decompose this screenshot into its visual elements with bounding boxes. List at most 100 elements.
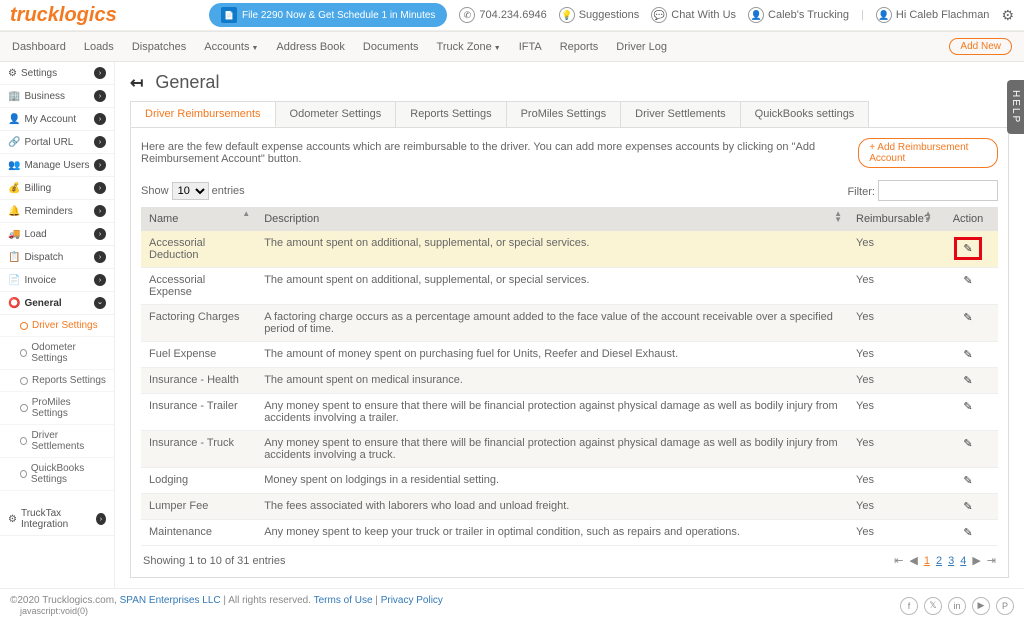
settings-gear-icon[interactable]: ⚙ [1001, 7, 1014, 24]
sidebar-business[interactable]: 🏢Business› [0, 85, 114, 108]
chevron-icon: › [94, 251, 106, 263]
edit-button[interactable]: ✎ [963, 312, 972, 324]
sidebar-invoice[interactable]: 📄Invoice› [0, 269, 114, 292]
add-reimbursement-button[interactable]: + Add Reimbursement Account [858, 138, 998, 168]
pinterest-icon[interactable]: P [996, 597, 1014, 615]
edit-button[interactable]: ✎ [963, 275, 972, 287]
privacy-link[interactable]: Privacy Policy [381, 595, 443, 606]
logo[interactable]: trucklogics [10, 4, 117, 27]
nav-ifta[interactable]: IFTA [519, 41, 542, 53]
edit-button[interactable]: ✎ [963, 475, 972, 487]
tab-promiles-settings[interactable]: ProMiles Settings [506, 101, 622, 127]
pager-next[interactable]: ▶ [972, 554, 980, 567]
suggestions-link[interactable]: 💡Suggestions [559, 7, 640, 23]
social-links: f 𝕏 in ▶ P [900, 597, 1014, 615]
edit-button[interactable]: ✎ [963, 243, 972, 255]
sidebar-reminders[interactable]: 🔔Reminders› [0, 200, 114, 223]
cog-icon: ⚙ [8, 514, 17, 525]
tab-quickbooks-settings[interactable]: QuickBooks settings [740, 101, 870, 127]
nav-driver-log[interactable]: Driver Log [616, 41, 667, 53]
page-2[interactable]: 2 [936, 555, 942, 567]
col-action[interactable]: Action [938, 207, 998, 231]
page-1[interactable]: 1 [924, 555, 930, 567]
table-row: Insurance - TruckAny money spent to ensu… [141, 431, 998, 468]
page-4[interactable]: 4 [960, 555, 966, 567]
sidebar-load[interactable]: 🚚Load› [0, 223, 114, 246]
sidebar-icon: 💰 [8, 183, 20, 194]
cell-action: ✎ [938, 494, 998, 520]
nav-dispatches[interactable]: Dispatches [132, 41, 186, 53]
tab-driver-settlements[interactable]: Driver Settlements [620, 101, 740, 127]
col-reimbursable-[interactable]: Reimbursable?▲▼ [848, 207, 938, 231]
sidebar-dispatch[interactable]: 📋Dispatch› [0, 246, 114, 269]
sidebar-trucktax[interactable]: ⚙TruckTax Integration› [0, 503, 114, 536]
edit-button[interactable]: ✎ [963, 349, 972, 361]
ring-icon [20, 404, 28, 412]
edit-button[interactable]: ✎ [963, 527, 972, 539]
tab-driver-reimbursements[interactable]: Driver Reimbursements [130, 101, 276, 127]
file-icon: 📄 [221, 7, 237, 23]
sidebar-settings[interactable]: ⚙Settings› [0, 62, 114, 85]
sidebar-manage-users[interactable]: 👥Manage Users› [0, 154, 114, 177]
footer-text: ©2020 Trucklogics.com, SPAN Enterprises … [10, 595, 443, 616]
user-greeting[interactable]: 👤Hi Caleb Flachman [876, 7, 990, 23]
edit-button[interactable]: ✎ [963, 401, 972, 413]
file-2290-button[interactable]: 📄 File 2290 Now & Get Schedule 1 in Minu… [209, 3, 447, 27]
help-tab[interactable]: HELP [1007, 80, 1024, 134]
nav-dashboard[interactable]: Dashboard [12, 41, 66, 53]
tab-reports-settings[interactable]: Reports Settings [395, 101, 506, 127]
chevron-icon: › [94, 67, 106, 79]
nav-documents[interactable]: Documents [363, 41, 419, 53]
col-description[interactable]: Description▲▼ [256, 207, 848, 231]
chat-link[interactable]: 💬Chat With Us [651, 7, 736, 23]
sub-reports-settings[interactable]: Reports Settings [0, 370, 114, 392]
span-link[interactable]: SPAN Enterprises LLC [120, 595, 221, 606]
sidebar-portal-url[interactable]: 🔗Portal URL› [0, 131, 114, 154]
sub-quickbooks-settings[interactable]: QuickBooks Settings [0, 458, 114, 491]
back-button[interactable]: ↤ [130, 73, 143, 93]
edit-button[interactable]: ✎ [963, 501, 972, 513]
pager-next[interactable]: ⇥ [987, 554, 996, 567]
col-name[interactable]: Name▲ [141, 207, 256, 231]
page-3[interactable]: 3 [948, 555, 954, 567]
chevron-icon: › [94, 274, 106, 286]
tab-odometer-settings[interactable]: Odometer Settings [275, 101, 397, 127]
table-row: Accessorial DeductionThe amount spent on… [141, 231, 998, 268]
linkedin-icon[interactable]: in [948, 597, 966, 615]
nav-address-book[interactable]: Address Book [276, 41, 344, 53]
pager: ⇤ ◀ 1234 ▶ ⇥ [894, 554, 996, 567]
twitter-icon[interactable]: 𝕏 [924, 597, 942, 615]
nav-loads[interactable]: Loads [84, 41, 114, 53]
nav-accounts[interactable]: Accounts▼ [204, 41, 258, 53]
cell-reimb: Yes [848, 305, 938, 342]
page-size-select[interactable]: 10 [172, 182, 209, 200]
cell-action: ✎ [938, 342, 998, 368]
pager-prev[interactable]: ◀ [909, 554, 917, 567]
chevron-icon: › [94, 136, 106, 148]
terms-link[interactable]: Terms of Use [314, 595, 373, 606]
chevron-icon: › [94, 182, 106, 194]
cell-reimb: Yes [848, 431, 938, 468]
company-link[interactable]: 👤Caleb's Trucking [748, 7, 849, 23]
sidebar-billing[interactable]: 💰Billing› [0, 177, 114, 200]
edit-button[interactable]: ✎ [963, 438, 972, 450]
phone-link[interactable]: ✆704.234.6946 [459, 7, 546, 23]
youtube-icon[interactable]: ▶ [972, 597, 990, 615]
nav-reports[interactable]: Reports [560, 41, 599, 53]
add-new-button[interactable]: Add New [949, 38, 1012, 55]
facebook-icon[interactable]: f [900, 597, 918, 615]
filter-input[interactable] [878, 180, 998, 201]
sub-driver-settlements[interactable]: Driver Settlements [0, 425, 114, 458]
nav-truck-zone[interactable]: Truck Zone▼ [437, 41, 501, 53]
sub-promiles-settings[interactable]: ProMiles Settings [0, 392, 114, 425]
cell-name: Insurance - Trailer [141, 394, 256, 431]
sub-odometer-settings[interactable]: Odometer Settings [0, 337, 114, 370]
cell-name: Factoring Charges [141, 305, 256, 342]
edit-button[interactable]: ✎ [963, 375, 972, 387]
sidebar-my-account[interactable]: 👤My Account› [0, 108, 114, 131]
cell-desc: The amount spent on additional, suppleme… [256, 268, 848, 305]
pager-prev[interactable]: ⇤ [894, 554, 903, 567]
sidebar-general[interactable]: ⭕General› [0, 292, 114, 315]
bulb-icon: 💡 [559, 7, 575, 23]
sub-driver-settings[interactable]: Driver Settings [0, 315, 114, 337]
